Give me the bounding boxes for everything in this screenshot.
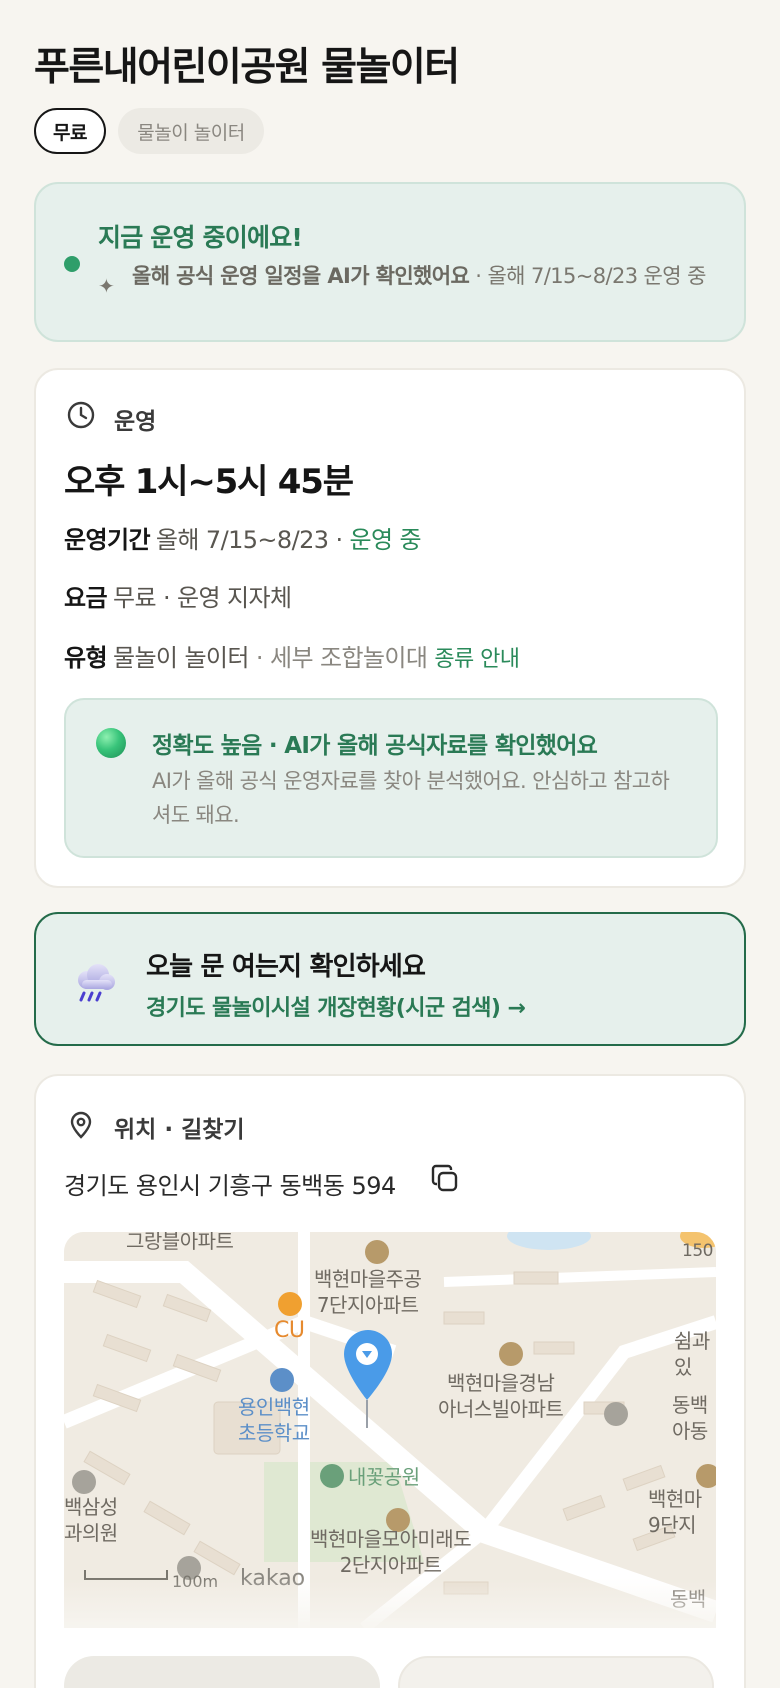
chip-type[interactable]: 물놀이 놀이터 bbox=[118, 108, 264, 154]
type-detail: · 세부 조합놀이대 bbox=[248, 644, 435, 672]
accuracy-indicator-icon bbox=[96, 728, 126, 758]
period-value: 올해 7/15~8/23 · bbox=[155, 526, 350, 554]
map-label-apt-top: 그랑블아파트 bbox=[126, 1232, 234, 1253]
fee-value: 무료 · 운영 지자체 bbox=[112, 584, 292, 612]
map-label-moa: 백현마을모아미래도 2단지아파트 bbox=[310, 1527, 472, 1577]
accuracy-headline: 정확도 높음 · AI가 올해 공식자료를 확인했어요 bbox=[152, 733, 598, 759]
address-text: 경기도 용인시 기흥구 동백동 594 bbox=[64, 1172, 396, 1200]
open-check-headline: 오늘 문 여는지 확인하세요 bbox=[146, 952, 426, 982]
location-section-title: 위치 · 길찾기 bbox=[114, 1117, 245, 1143]
fee-row: 요금 무료 · 운영 지자체 bbox=[64, 578, 292, 613]
map-pin-icon bbox=[70, 1111, 92, 1139]
page-title: 푸른내어린이공원 물놀이터 bbox=[34, 45, 460, 90]
map-label-top-right: 150 bbox=[682, 1241, 713, 1261]
clock-icon bbox=[67, 401, 95, 429]
map-label-dongbaek: 동백 아동 bbox=[672, 1393, 708, 1443]
type-guide-link[interactable]: 종류 안내 bbox=[434, 647, 520, 672]
map-fade bbox=[64, 1578, 716, 1628]
status-headline: 지금 운영 중이에요! bbox=[98, 223, 303, 252]
copy-icon[interactable] bbox=[430, 1164, 460, 1194]
rain-cloud-icon bbox=[78, 964, 115, 1002]
status-note-rest: · 올해 7/15~8/23 운영 중 bbox=[469, 264, 706, 288]
operation-card: 운영 오후 1시~5시 45분 운영기간 올해 7/15~8/23 · 운영 중 … bbox=[34, 368, 746, 888]
share-location-button[interactable] bbox=[398, 1656, 714, 1688]
fee-label: 요금 bbox=[64, 584, 108, 612]
open-check-card[interactable]: 오늘 문 여는지 확인하세요 경기도 물놀이시설 개장현황(시군 검색) → bbox=[34, 912, 746, 1046]
location-card: 위치 · 길찾기 경기도 용인시 기흥구 동백동 594 그랑블아파트 백현마을… bbox=[34, 1074, 746, 1688]
operating-hours: 오후 1시~5시 45분 bbox=[64, 462, 354, 502]
map-label-gyeongnam: 백현마을경남 아너스빌아파트 bbox=[438, 1371, 564, 1421]
type-label: 유형 bbox=[64, 644, 108, 672]
map-label-rest: 쉼과 있 bbox=[674, 1329, 710, 1379]
map-label-clinic: 백삼성 과의원 bbox=[64, 1495, 118, 1545]
accuracy-body: AI가 올해 공식 운영자료를 찾아 분석했어요. 안심하고 참고하셔도 돼요. bbox=[152, 769, 670, 827]
type-row: 유형 물놀이 놀이터 · 세부 조합놀이대 종류 안내 bbox=[64, 638, 520, 673]
status-note-bold: 올해 공식 운영 일정을 AI가 확인했어요 bbox=[132, 264, 470, 288]
map-label-baekhyeon7: 백현마을주공 7단지아파트 bbox=[314, 1267, 422, 1317]
map-label-school: 용인백현 초등학교 bbox=[238, 1395, 310, 1445]
open-status-link[interactable]: 경기도 물놀이시설 개장현황(시군 검색) → bbox=[146, 990, 526, 1022]
status-dot-icon bbox=[64, 256, 80, 272]
map-label-cu: CU bbox=[274, 1318, 305, 1343]
period-label: 운영기간 bbox=[64, 526, 151, 554]
map-label-park: 내꽃공원 bbox=[348, 1465, 420, 1489]
directions-button[interactable] bbox=[64, 1656, 380, 1688]
operation-section-title: 운영 bbox=[114, 409, 157, 435]
operating-status-card: 지금 운영 중이에요! ✦ 올해 공식 운영 일정을 AI가 확인했어요 · 올… bbox=[34, 182, 746, 342]
accuracy-notice: 정확도 높음 · AI가 올해 공식자료를 확인했어요 AI가 올해 공식 운영… bbox=[64, 698, 718, 858]
location-map[interactable]: 그랑블아파트 백현마을주공 7단지아파트 CU 용인백현 초등학교 백현마을경남… bbox=[64, 1232, 716, 1628]
sparkle-icon: ✦ bbox=[98, 274, 115, 298]
map-label-baekhyeon9: 백현마 9단지 bbox=[648, 1487, 702, 1537]
period-row: 운영기간 올해 7/15~8/23 · 운영 중 bbox=[64, 520, 422, 555]
period-status: 운영 중 bbox=[349, 526, 422, 554]
park-detail-page: 푸른내어린이공원 물놀이터 무료 물놀이 놀이터 지금 운영 중이에요! ✦ 올… bbox=[0, 0, 780, 1688]
chip-free[interactable]: 무료 bbox=[34, 108, 106, 154]
status-note: 올해 공식 운영 일정을 AI가 확인했어요 · 올해 7/15~8/23 운영… bbox=[132, 262, 722, 291]
type-value: 물놀이 놀이터 bbox=[112, 644, 250, 672]
